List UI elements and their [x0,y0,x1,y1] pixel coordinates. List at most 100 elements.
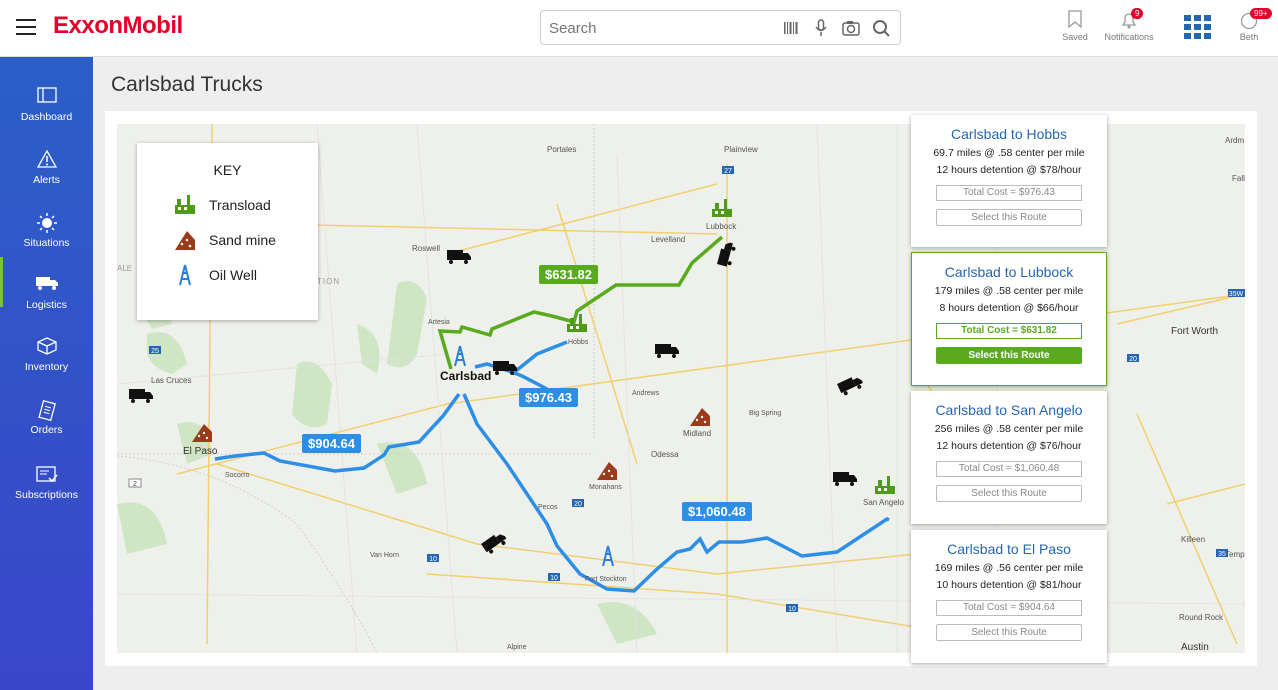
situations-icon [36,213,57,233]
orders-icon [37,399,56,422]
page-title: Carlsbad Trucks [111,73,263,96]
sidebar-item-label: Inventory [24,361,69,373]
search-input[interactable] [549,18,769,38]
saved-button[interactable]: Saved [1060,10,1090,42]
notifications-badge: 9 [1131,8,1144,19]
svg-text:35W: 35W [1229,291,1244,298]
truck-icon [35,277,58,290]
city-label: Lubbock [706,222,737,231]
city-label: Austin [1181,642,1209,653]
sidebar-item-label: Situations [23,237,70,249]
sidebar-item-inventory[interactable]: Inventory [0,337,93,373]
svg-text:10: 10 [788,606,796,613]
sidebar-item-subscriptions[interactable]: Subscriptions [0,465,93,501]
highway-shield: 2 [128,478,142,488]
city-label: Portales [547,145,577,154]
route-price-hobbs[interactable]: $976.43 [519,388,578,407]
bookmark-icon [1068,10,1082,29]
highway-shield: 27 [722,166,734,175]
city-label: Ardm [1225,136,1245,145]
apps-grid-button[interactable] [1183,15,1211,42]
city-label: Odessa [651,450,679,459]
route-price-lubbock[interactable]: $631.82 [539,265,598,284]
sidebar-item-dashboard[interactable]: Dashboard [0,87,93,123]
select-route-button[interactable]: Select this Route [936,347,1082,364]
route-card-total: Total Cost = $1,060.48 [936,461,1082,477]
route-card-rate: 179 miles @ .58 center per mile [934,285,1084,297]
route-card-total: Total Cost = $631.82 [936,323,1082,339]
key-item-sand-mine: Sand mine [173,228,276,252]
notifications-button[interactable]: 9 Notifications [1102,8,1156,42]
transload-icon [175,195,195,214]
route-card-title: Carlsbad to San Angelo [935,402,1083,418]
svg-text:2: 2 [133,481,137,488]
sidebar-item-alerts[interactable]: Alerts [0,149,93,186]
search-box [540,10,901,45]
route-card-detention: 10 hours detention @ $81/hour [936,579,1082,591]
brand-logo[interactable]: ExxonMobil [53,12,183,40]
sand-mine-icon [175,231,195,250]
map-key-title: KEY [213,162,242,178]
highway-shield: 25 [149,346,161,355]
notifications-label: Notifications [1104,32,1154,42]
dashboard-icon [36,87,57,103]
barcode-icon[interactable] [782,19,800,37]
route-card-sanangelo[interactable]: Carlsbad to San Angelo 256 miles @ .58 c… [911,391,1107,524]
route-card-total: Total Cost = $976.43 [936,185,1082,201]
select-route-button[interactable]: Select this Route [936,485,1082,502]
route-card-lubbock[interactable]: Carlsbad to Lubbock 179 miles @ .58 cent… [911,252,1107,386]
route-card-hobbs[interactable]: Carlsbad to Hobbs 69.7 miles @ .58 cente… [911,115,1107,247]
city-label: Hobbs [568,339,589,346]
alert-icon [36,149,57,168]
microphone-icon[interactable] [812,19,830,37]
sidebar-item-label: Subscriptions [14,489,79,501]
sidebar-item-label: Orders [30,424,63,436]
svg-text:10: 10 [550,575,558,582]
user-profile-button[interactable]: 99+ Beth [1236,8,1272,42]
key-item-label: Oil Well [209,267,257,283]
key-item-transload: Transload [173,193,271,217]
city-label: Midland [683,429,712,438]
route-card-rate: 69.7 miles @ .58 center per mile [933,147,1085,159]
city-label: El Paso [183,446,218,457]
city-label: Pecos [538,504,558,511]
city-label: Socorro [225,472,250,479]
route-price-elpaso[interactable]: $904.64 [302,434,361,453]
sidebar-item-situations[interactable]: Situations [0,213,93,249]
menu-icon[interactable] [16,19,36,35]
map-terrain [117,281,657,644]
sidebar-item-label: Alerts [33,174,60,186]
city-label-carlsbad: Carlsbad [440,369,492,383]
highway-shield: 10 [786,604,798,613]
route-card-elpaso[interactable]: Carlsbad to El Paso 169 miles @ .56 cent… [911,530,1107,663]
camera-icon[interactable] [842,19,860,37]
map-key: KEY Transload Sand mine Oil Well [137,143,318,320]
sidebar-item-orders[interactable]: Orders [0,399,93,436]
oil-well-icon [179,264,191,286]
select-route-button[interactable]: Select this Route [936,209,1082,226]
apps-grid-icon [1183,15,1211,39]
key-item-label: Sand mine [209,232,276,248]
city-label: Roswell [412,244,441,253]
route-lubbock-line[interactable] [437,235,724,370]
subscriptions-icon [35,466,58,483]
city-label: Falls [1232,174,1245,183]
route-price-sanangelo[interactable]: $1,060.48 [682,502,752,521]
route-card-detention: 12 hours detention @ $78/hour [936,164,1082,176]
city-label: Round Rock [1179,613,1224,622]
city-label: Temp [1225,550,1245,559]
route-card-title: Carlsbad to El Paso [947,541,1071,557]
highway-shield: 20 [572,499,584,508]
sidebar-item-label: Dashboard [20,111,73,123]
sidebar: Dashboard Alerts Situations Logistics In… [0,57,93,690]
select-route-button[interactable]: Select this Route [936,624,1082,641]
highway-shield: 20 [1127,354,1139,363]
search-icon[interactable] [872,19,890,37]
map-region-label: TION [317,277,341,286]
map-region-label: ALE [117,264,133,273]
sidebar-item-logistics[interactable]: Logistics [0,257,93,311]
route-sanangelo-line[interactable] [462,393,890,593]
highway-shield: 10 [427,554,439,563]
city-label: Artesia [428,319,450,326]
city-label: Levelland [651,235,686,244]
